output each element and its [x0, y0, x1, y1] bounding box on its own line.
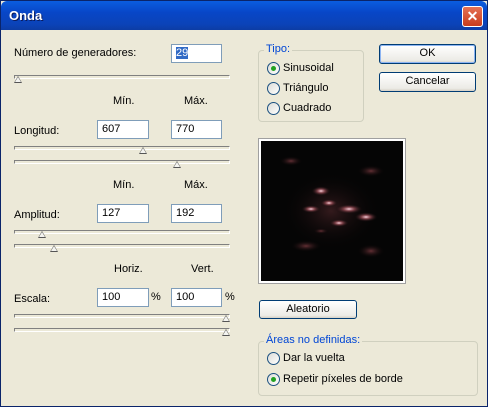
- wavelength-min-slider-thumb[interactable]: [139, 147, 148, 154]
- scale-vert-slider-thumb[interactable]: [222, 329, 230, 336]
- type-triangle-radio[interactable]: [267, 82, 280, 95]
- wavelength-max-slider-thumb[interactable]: [173, 161, 182, 168]
- type-square-radio[interactable]: [267, 102, 280, 115]
- type-triangle-label[interactable]: Triángulo: [283, 82, 328, 94]
- wavelength-max-slider-track[interactable]: [14, 160, 230, 164]
- generators-field[interactable]: 29: [171, 44, 222, 63]
- amplitude-max-field[interactable]: 192: [171, 204, 222, 223]
- title-bar[interactable]: Onda ✕: [1, 1, 487, 30]
- amplitude-min-header: Mín.: [113, 179, 135, 191]
- wave-preview: [258, 138, 406, 284]
- amplitude-label: Amplitud:: [14, 209, 60, 221]
- wavelength-min-slider-track[interactable]: [14, 146, 230, 150]
- scale-label: Escala:: [14, 293, 51, 305]
- scale-horiz-field[interactable]: 100: [97, 288, 149, 307]
- scale-vert-header: Vert.: [191, 263, 214, 275]
- amplitude-max-header: Máx.: [184, 179, 208, 191]
- generators-value: 29: [176, 47, 189, 59]
- type-sinusoidal-radio[interactable]: [267, 62, 280, 75]
- wavelength-min-field[interactable]: 607: [97, 120, 149, 139]
- scale-horiz-header: Horiz.: [114, 263, 143, 275]
- randomize-button[interactable]: Aleatorio: [259, 300, 357, 319]
- wave-preview-image: [279, 156, 385, 258]
- amplitude-max-slider-thumb[interactable]: [50, 245, 59, 252]
- cancel-button[interactable]: Cancelar: [379, 72, 476, 92]
- wave-dialog: Onda ✕ Número de generadores: 29 Mín. Má…: [0, 0, 488, 407]
- ok-button[interactable]: OK: [379, 44, 476, 64]
- generators-slider-thumb[interactable]: [14, 76, 23, 83]
- amplitude-min-field[interactable]: 127: [97, 204, 149, 223]
- scale-vert-slider-track[interactable]: [14, 328, 230, 332]
- undefined-areas-title: Áreas no definidas:: [264, 334, 363, 346]
- wavelength-max-field[interactable]: 770: [171, 120, 222, 139]
- scale-horiz-slider-thumb[interactable]: [222, 315, 230, 322]
- close-button[interactable]: ✕: [462, 6, 483, 27]
- scale-vert-unit: %: [225, 291, 235, 303]
- window-title: Onda: [9, 8, 43, 23]
- undefined-areas-group: [258, 341, 478, 396]
- scale-horiz-unit: %: [151, 291, 161, 303]
- type-sinusoidal-label[interactable]: Sinusoidal: [283, 62, 334, 74]
- amplitude-max-slider-track[interactable]: [14, 244, 230, 248]
- amplitude-min-slider-track[interactable]: [14, 230, 230, 234]
- scale-vert-field[interactable]: 100: [171, 288, 222, 307]
- generators-label: Número de generadores:: [14, 47, 137, 59]
- generators-slider-track[interactable]: [14, 75, 230, 79]
- wrap-around-radio[interactable]: [267, 352, 280, 365]
- close-icon: ✕: [466, 8, 479, 24]
- repeat-edge-pixels-radio[interactable]: [267, 373, 280, 386]
- wavelength-min-header: Mín.: [113, 95, 135, 107]
- repeat-edge-pixels-label[interactable]: Repetir píxeles de borde: [283, 373, 403, 385]
- amplitude-min-slider-thumb[interactable]: [37, 231, 46, 238]
- type-group-title: Tipo:: [264, 43, 293, 55]
- wrap-around-label[interactable]: Dar la vuelta: [283, 352, 345, 364]
- scale-horiz-slider-track[interactable]: [14, 314, 230, 318]
- wavelength-label: Longitud:: [14, 125, 60, 137]
- wavelength-max-header: Máx.: [184, 95, 208, 107]
- type-square-label[interactable]: Cuadrado: [283, 102, 331, 114]
